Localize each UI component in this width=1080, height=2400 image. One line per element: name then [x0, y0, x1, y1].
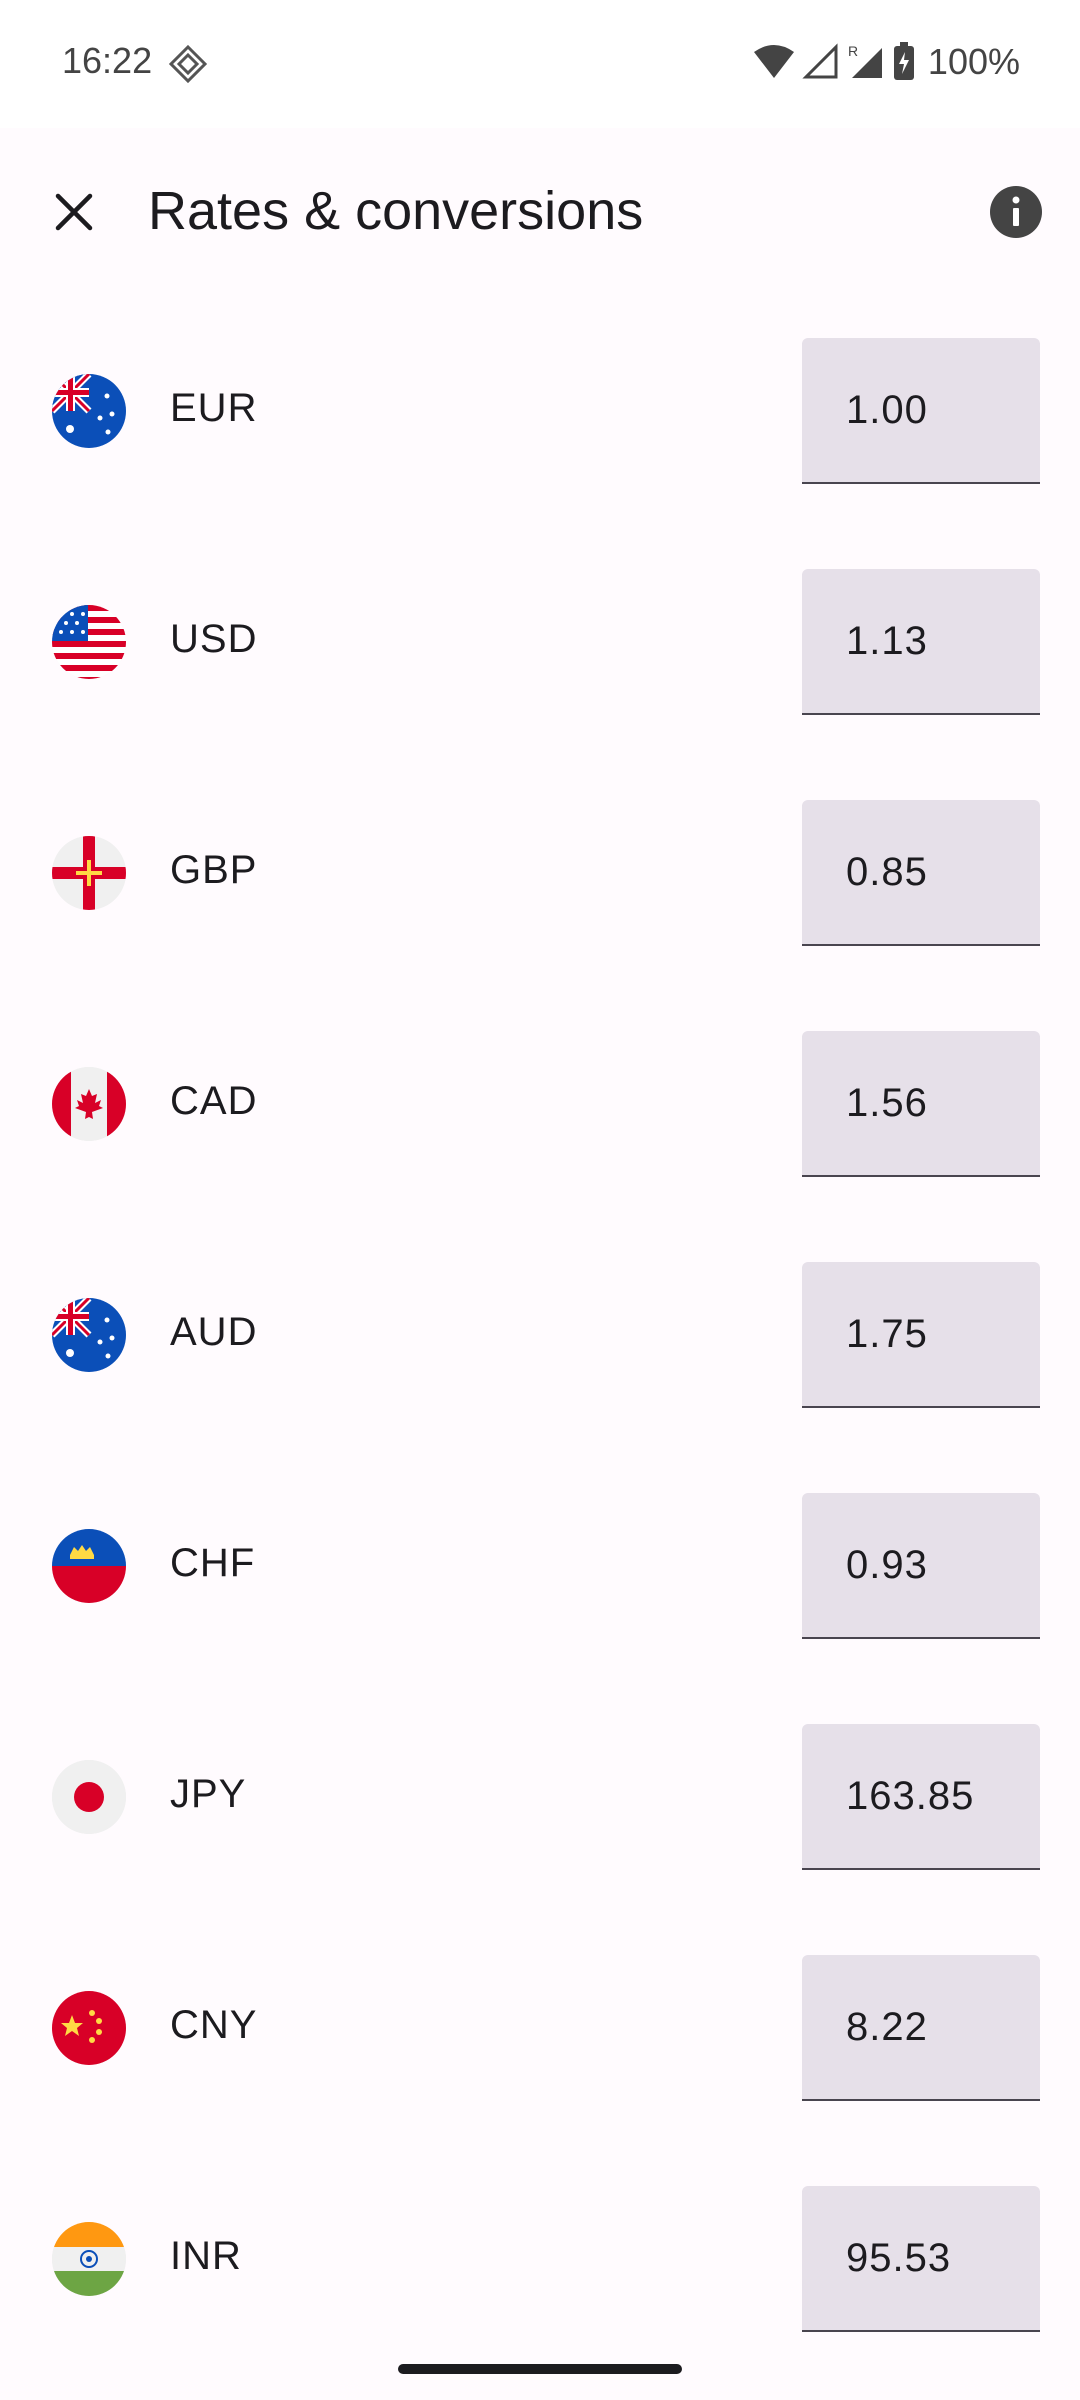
page-title: Rates & conversions — [148, 181, 644, 241]
wifi-icon — [753, 45, 794, 78]
close-button[interactable] — [34, 172, 114, 252]
liechtenstein-flag-icon — [52, 1529, 126, 1603]
rate-input[interactable]: 1.00 — [802, 338, 1040, 484]
info-icon — [990, 186, 1042, 238]
currency-code: CNY — [170, 2003, 258, 2047]
india-flag-icon — [52, 2222, 126, 2296]
australia-flag-icon — [52, 374, 126, 448]
rate-input[interactable]: 163.85 — [802, 1724, 1040, 1870]
currency-row-eur: EUR 1.00 — [0, 336, 1080, 484]
rate-input[interactable]: 0.93 — [802, 1493, 1040, 1639]
rate-value: 1.13 — [846, 619, 928, 663]
currency-row-aud: AUD 1.75 — [0, 1260, 1080, 1408]
rate-input[interactable]: 0.85 — [802, 800, 1040, 946]
currency-code: GBP — [170, 848, 258, 892]
usa-flag-icon — [52, 605, 126, 679]
info-button[interactable] — [984, 180, 1048, 244]
rate-value: 1.75 — [846, 1312, 928, 1356]
australia-flag-icon — [52, 1298, 126, 1372]
status-bar: 16:22 R 100% — [0, 0, 1080, 128]
rate-value: 1.56 — [846, 1081, 928, 1125]
currency-code: CHF — [170, 1541, 256, 1585]
currency-code: CAD — [170, 1079, 258, 1123]
china-flag-icon — [52, 1991, 126, 2065]
currency-code: USD — [170, 617, 258, 661]
currency-row-cad: CAD 1.56 — [0, 1029, 1080, 1177]
currency-row-gbp: GBP 0.85 — [0, 798, 1080, 946]
rate-value: 8.22 — [846, 2005, 928, 2049]
currency-code: JPY — [170, 1772, 247, 1816]
guernsey-flag-icon — [52, 836, 126, 910]
close-icon — [55, 193, 93, 231]
rate-input[interactable]: 95.53 — [802, 2186, 1040, 2332]
canada-flag-icon — [52, 1067, 126, 1141]
currency-code: EUR — [170, 386, 258, 430]
currency-row-cny: CNY 8.22 — [0, 1953, 1080, 2101]
status-icons: R 100% — [752, 38, 1020, 86]
currency-row-inr: INR 95.53 — [0, 2184, 1080, 2332]
currency-row-chf: CHF 0.93 — [0, 1491, 1080, 1639]
home-indicator[interactable] — [398, 2364, 682, 2374]
svg-text:R: R — [848, 43, 858, 59]
rate-input[interactable]: 1.13 — [802, 569, 1040, 715]
notification-icon — [168, 44, 208, 84]
app-bar: Rates & conversions — [0, 128, 1080, 298]
rate-value: 163.85 — [846, 1774, 975, 1818]
rate-value: 0.93 — [846, 1543, 928, 1587]
signal-icon — [802, 43, 838, 79]
status-time: 16:22 — [62, 40, 153, 81]
rate-input[interactable]: 1.75 — [802, 1262, 1040, 1408]
currency-row-jpy: JPY 163.85 — [0, 1722, 1080, 1870]
battery-icon — [893, 42, 914, 80]
roaming-signal-icon: R — [848, 43, 882, 78]
rate-value: 1.00 — [846, 388, 928, 432]
rate-value: 95.53 — [846, 2236, 952, 2280]
battery-percentage: 100% — [927, 41, 1020, 82]
currency-code: AUD — [170, 1310, 258, 1354]
currency-row-usd: USD 1.13 — [0, 567, 1080, 715]
rate-value: 0.85 — [846, 850, 928, 894]
rate-input[interactable]: 1.56 — [802, 1031, 1040, 1177]
japan-flag-icon — [52, 1760, 126, 1834]
rate-input[interactable]: 8.22 — [802, 1955, 1040, 2101]
currency-code: INR — [170, 2234, 242, 2278]
